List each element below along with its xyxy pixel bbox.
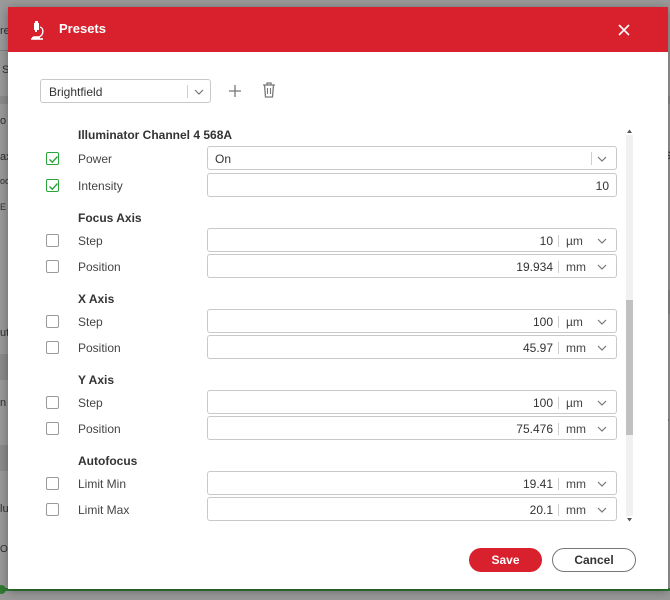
group-title: Autofocus: [78, 454, 138, 468]
row-label: Position: [78, 260, 121, 274]
unit-label[interactable]: mm: [566, 260, 586, 274]
group-title: Illuminator Channel 4 568A: [78, 128, 233, 142]
dialog-title: Presets: [59, 21, 106, 36]
unit-label[interactable]: µm: [566, 315, 583, 329]
unit-label[interactable]: mm: [566, 422, 586, 436]
y-step-input[interactable]: 100 µm: [207, 390, 617, 414]
field-value: 20.1: [529, 503, 553, 517]
autofocus-limit-min-checkbox[interactable]: [46, 477, 59, 490]
row-label: Step: [78, 315, 103, 329]
settings-list: Illuminator Channel 4 568A Power On Inte…: [40, 122, 636, 523]
row-label: Step: [78, 396, 103, 410]
presets-dialog: Presets Brightfield Illuminator Channel …: [8, 7, 668, 589]
unit-label[interactable]: µm: [566, 396, 583, 410]
field-value: 10: [539, 234, 553, 248]
select-divider: [591, 152, 592, 165]
power-select[interactable]: On: [207, 146, 617, 170]
chevron-down-icon: [194, 89, 204, 95]
x-step-checkbox[interactable]: [46, 315, 59, 328]
chevron-down-icon[interactable]: [595, 341, 609, 355]
field-value: 19.41: [522, 477, 553, 491]
scroll-up-icon[interactable]: [626, 127, 633, 135]
intensity-checkbox[interactable]: [46, 179, 59, 192]
field-value: 100: [532, 315, 553, 329]
intensity-input[interactable]: 10: [207, 173, 617, 197]
chevron-down-icon[interactable]: [595, 315, 609, 329]
row-label: Limit Min: [78, 477, 127, 491]
select-divider: [187, 85, 188, 98]
background-divider: [0, 96, 8, 104]
row-label: Position: [78, 422, 121, 436]
y-position-checkbox[interactable]: [46, 422, 59, 435]
save-button[interactable]: Save: [469, 548, 542, 572]
field-value: 100: [532, 396, 553, 410]
background-text: o: [0, 115, 7, 127]
unit-divider: [558, 478, 559, 490]
field-value: 45.97: [522, 341, 553, 355]
background-divider: [0, 50, 8, 51]
trash-icon[interactable]: [261, 81, 277, 99]
background-text: E: [0, 202, 7, 212]
field-value: 75.476: [516, 422, 553, 436]
unit-label[interactable]: µm: [566, 234, 583, 248]
field-value: 19.934: [516, 260, 553, 274]
row-label: Intensity: [78, 179, 123, 193]
chevron-down-icon: [597, 156, 607, 162]
unit-divider: [558, 235, 559, 247]
unit-divider: [558, 342, 559, 354]
check-icon: [49, 156, 59, 164]
microscope-icon: [31, 21, 44, 40]
focus-step-input[interactable]: 10 µm: [207, 228, 617, 252]
power-checkbox[interactable]: [46, 152, 59, 165]
row-label: Power: [78, 152, 113, 166]
background-progress-handle: [0, 585, 6, 594]
group-title: Y Axis: [78, 373, 115, 387]
chevron-down-icon[interactable]: [595, 422, 609, 436]
group-title: X Axis: [78, 292, 115, 306]
x-position-input[interactable]: 45.97 mm: [207, 335, 617, 359]
y-step-checkbox[interactable]: [46, 396, 59, 409]
chevron-down-icon[interactable]: [595, 260, 609, 274]
unit-label[interactable]: mm: [566, 341, 586, 355]
group-title: Focus Axis: [78, 211, 142, 225]
unit-divider: [558, 423, 559, 435]
settings-scrollbar[interactable]: [625, 127, 634, 524]
chevron-down-icon[interactable]: [595, 234, 609, 248]
y-position-input[interactable]: 75.476 mm: [207, 416, 617, 440]
background-divider: [0, 445, 8, 471]
chevron-down-icon[interactable]: [595, 396, 609, 410]
focus-position-checkbox[interactable]: [46, 260, 59, 273]
unit-divider: [558, 397, 559, 409]
unit-label[interactable]: mm: [566, 503, 586, 517]
plus-icon[interactable]: [227, 83, 243, 99]
x-position-checkbox[interactable]: [46, 341, 59, 354]
unit-divider: [558, 316, 559, 328]
field-value: On: [215, 152, 232, 166]
autofocus-limit-min-input[interactable]: 19.41 mm: [207, 471, 617, 495]
dialog-header: Presets: [8, 7, 668, 52]
scroll-down-icon[interactable]: [626, 516, 633, 524]
unit-divider: [558, 504, 559, 516]
autofocus-limit-max-checkbox[interactable]: [46, 503, 59, 516]
preset-select[interactable]: Brightfield: [40, 79, 211, 103]
row-label: Limit Max: [78, 503, 130, 517]
chevron-down-icon[interactable]: [595, 503, 609, 517]
chevron-down-icon[interactable]: [595, 477, 609, 491]
close-icon[interactable]: [614, 20, 634, 40]
cancel-button[interactable]: Cancel: [552, 548, 636, 572]
focus-step-checkbox[interactable]: [46, 234, 59, 247]
x-step-input[interactable]: 100 µm: [207, 309, 617, 333]
unit-label[interactable]: mm: [566, 477, 586, 491]
row-label: Step: [78, 234, 103, 248]
background-divider: [0, 354, 8, 380]
scrollbar-thumb[interactable]: [626, 300, 633, 435]
autofocus-limit-max-input[interactable]: 20.1 mm: [207, 497, 617, 521]
focus-position-input[interactable]: 19.934 mm: [207, 254, 617, 278]
preset-select-value: Brightfield: [49, 85, 103, 99]
row-label: Position: [78, 341, 121, 355]
unit-divider: [558, 261, 559, 273]
check-icon: [49, 183, 59, 191]
field-value: 10: [595, 179, 609, 193]
